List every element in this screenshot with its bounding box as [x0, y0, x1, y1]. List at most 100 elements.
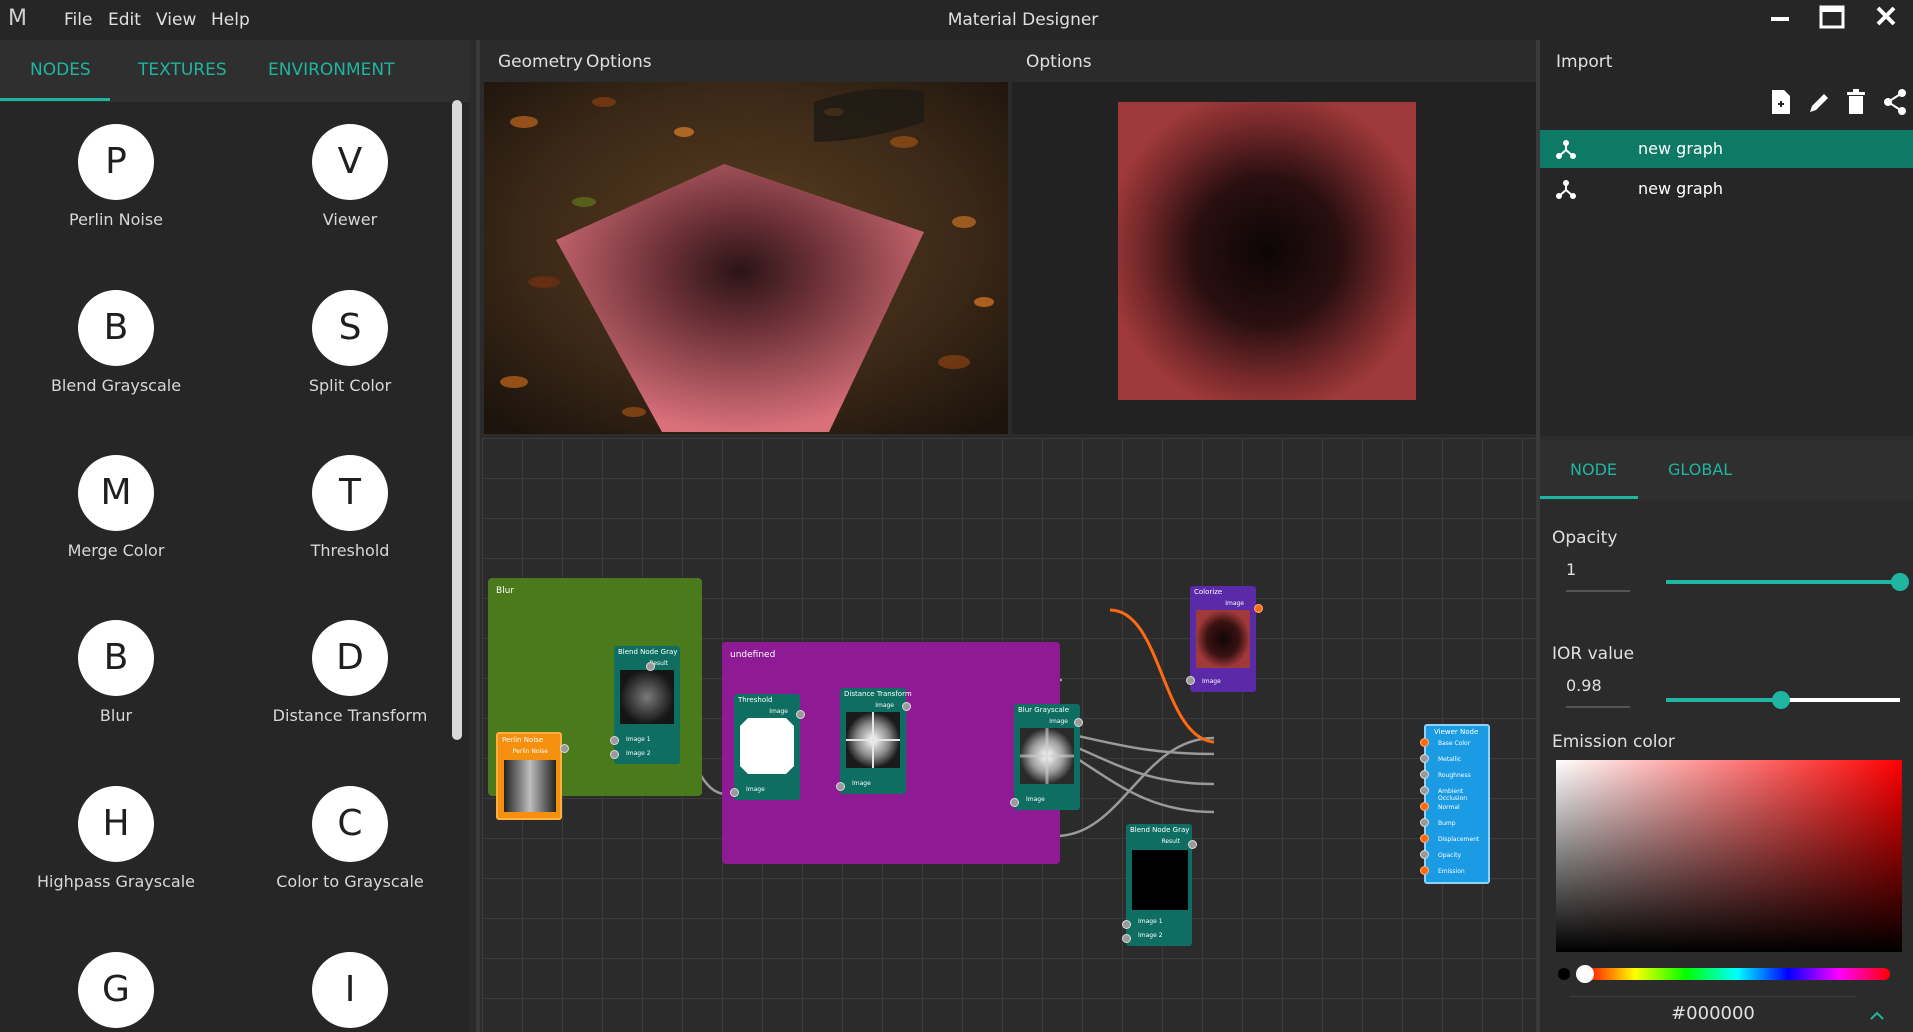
input-port[interactable] — [1420, 770, 1429, 779]
hue-slider-thumb[interactable] — [1576, 965, 1594, 983]
node-icon: V — [312, 124, 388, 200]
input-port[interactable] — [730, 788, 739, 797]
maximize-icon[interactable] — [1814, 4, 1850, 36]
input-port[interactable] — [1122, 920, 1131, 929]
input-port[interactable] — [1420, 786, 1429, 795]
view3d-toolbar: Geometry Options — [480, 40, 1008, 82]
input-label: Image — [746, 786, 765, 793]
tab-global[interactable]: GLOBAL — [1668, 460, 1732, 479]
input-port[interactable] — [1420, 866, 1429, 875]
node-threshold[interactable]: T Threshold — [272, 455, 432, 575]
menu-help[interactable]: Help — [211, 10, 250, 30]
tab-node[interactable]: NODE — [1570, 460, 1617, 479]
node-label: Split Color — [308, 376, 392, 395]
input-port[interactable] — [1122, 934, 1131, 943]
node-color-to-grayscale[interactable]: C Color to Grayscale — [272, 786, 432, 906]
new-file-icon[interactable] — [1768, 88, 1798, 118]
node-icon: P — [78, 124, 154, 200]
node-split-color[interactable]: S Split Color — [272, 290, 432, 410]
input-port[interactable] — [610, 736, 619, 745]
node-blend-grayscale[interactable]: B Blend Grayscale — [38, 290, 198, 410]
input-port[interactable] — [1420, 818, 1429, 827]
ior-slider-thumb[interactable] — [1771, 691, 1790, 709]
input-port[interactable] — [1420, 834, 1429, 843]
close-icon[interactable] — [1868, 4, 1904, 36]
input-port[interactable] — [1420, 802, 1429, 811]
node-thumbnail — [1020, 728, 1074, 784]
tab-nodes[interactable]: NODES — [30, 60, 91, 80]
output-label: Result — [1161, 838, 1180, 845]
node-title: Viewer Node — [1434, 728, 1479, 736]
input-port[interactable] — [1186, 676, 1195, 685]
menu-edit[interactable]: Edit — [108, 10, 141, 30]
graph-node-distance-transform[interactable]: Distance Transform Image Image — [840, 688, 912, 794]
library-scrollbar[interactable] — [452, 100, 462, 740]
graph-node-colorize[interactable]: Colorize Image Image — [1190, 586, 1256, 692]
output-port[interactable] — [1074, 718, 1083, 727]
input-port[interactable] — [1420, 738, 1429, 747]
geometry-menu[interactable]: Geometry — [498, 52, 583, 72]
output-port[interactable] — [902, 702, 911, 711]
node-blur[interactable]: B Blur — [38, 620, 198, 740]
menu-file[interactable]: File — [64, 10, 92, 30]
output-port[interactable] — [560, 744, 569, 753]
app-title: Material Designer — [947, 10, 1099, 30]
delete-icon[interactable] — [1844, 88, 1874, 118]
node-viewer[interactable]: V Viewer — [272, 124, 432, 244]
input-port[interactable] — [836, 782, 845, 791]
node-graph-editor[interactable]: Blur undefined Perlin Noise Perlin Noise… — [482, 438, 1536, 1032]
2d-texture-preview[interactable] — [1012, 82, 1536, 434]
output-port[interactable] — [796, 710, 805, 719]
opacity-slider[interactable] — [1666, 573, 1909, 591]
node-perlin-noise[interactable]: P Perlin Noise — [38, 124, 198, 244]
view2d-options-menu[interactable]: Options — [1026, 52, 1092, 72]
graph-node-threshold[interactable]: Threshold Image Image — [734, 694, 800, 800]
opacity-field[interactable]: 1 — [1566, 560, 1576, 579]
output-port[interactable] — [1188, 840, 1197, 849]
ior-field-underline — [1566, 706, 1630, 708]
3d-preview-viewport[interactable] — [484, 82, 1008, 434]
frame-title: undefined — [730, 650, 776, 660]
texture-image — [1118, 102, 1416, 400]
hex-color-input[interactable]: #000000 — [1570, 996, 1856, 1030]
graph-node-perlin-noise[interactable]: Perlin Noise Perlin Noise — [496, 732, 562, 820]
node-g[interactable]: G — [38, 952, 198, 1032]
menu-view[interactable]: View — [156, 10, 196, 30]
node-thumbnail — [846, 712, 900, 768]
color-picker-area[interactable] — [1556, 760, 1902, 952]
graph-list-item[interactable]: new graph — [1540, 130, 1913, 168]
panel-divider[interactable] — [476, 40, 480, 1032]
input-port[interactable] — [1010, 798, 1019, 807]
chevron-up-icon[interactable] — [1870, 1006, 1886, 1022]
tab-textures[interactable]: TEXTURES — [138, 60, 227, 80]
input-port[interactable] — [1420, 850, 1429, 859]
tab-environment[interactable]: ENVIRONMENT — [268, 60, 395, 80]
opacity-slider-thumb[interactable] — [1891, 573, 1909, 591]
import-button[interactable]: Import — [1556, 52, 1612, 72]
node-i[interactable]: I — [272, 952, 432, 1032]
edit-icon[interactable] — [1806, 88, 1836, 118]
ior-slider-fill — [1666, 698, 1781, 702]
share-icon[interactable] — [1882, 88, 1912, 118]
input-label: Roughness — [1438, 772, 1471, 779]
node-library-panel: NODES TEXTURES ENVIRONMENT P Perlin Nois… — [0, 40, 470, 1032]
input-label: Opacity — [1438, 852, 1462, 859]
view3d-options-menu[interactable]: Options — [586, 52, 652, 72]
node-highpass-grayscale[interactable]: H Highpass Grayscale — [37, 786, 198, 906]
ior-field[interactable]: 0.98 — [1566, 676, 1602, 695]
input-label: Image — [852, 780, 871, 787]
graph-node-viewer[interactable]: Viewer Node Base Color Metallic Roughnes… — [1424, 724, 1490, 884]
input-port[interactable] — [610, 750, 619, 759]
graph-node-blur-grayscale[interactable]: Blur Grayscale Image Image — [1014, 704, 1080, 810]
graph-node-blend-gray-2[interactable]: Blend Node Gray Result Image 1 Image 2 — [1126, 824, 1192, 946]
ior-slider[interactable] — [1666, 691, 1900, 709]
output-port[interactable] — [1254, 604, 1263, 613]
node-distance-transform[interactable]: D Distance Transform — [272, 620, 432, 740]
node-icon: D — [312, 620, 388, 696]
graph-list-item[interactable]: new graph — [1540, 170, 1913, 208]
minimize-icon[interactable] — [1762, 4, 1798, 36]
node-merge-color[interactable]: M Merge Color — [38, 455, 198, 575]
input-port[interactable] — [1420, 754, 1429, 763]
hue-slider[interactable] — [1584, 968, 1890, 980]
output-port[interactable] — [646, 662, 655, 671]
